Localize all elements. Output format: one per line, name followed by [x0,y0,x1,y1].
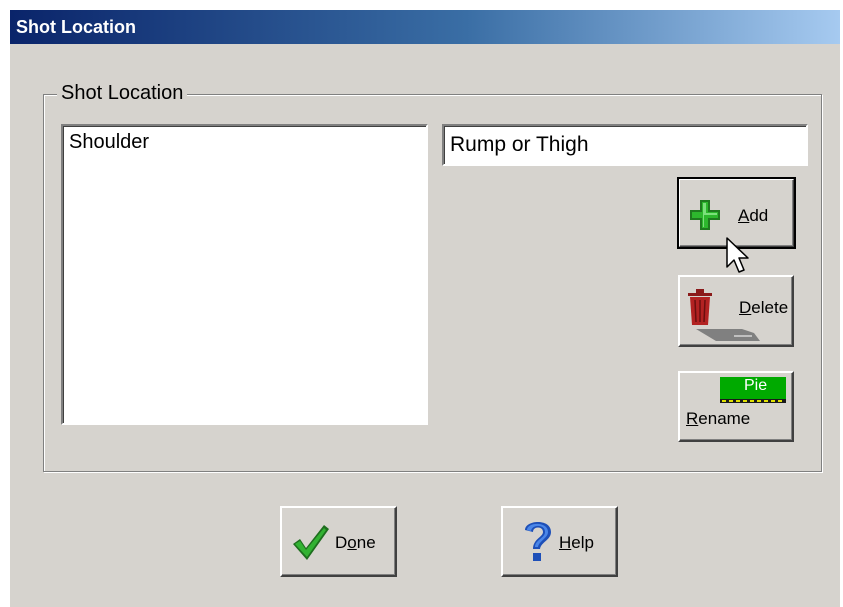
plus-icon [688,198,722,237]
title-bar[interactable]: Shot Location [10,10,840,44]
checkmark-icon [290,522,330,567]
mouse-cursor-icon [726,237,752,282]
done-button[interactable]: Done [280,506,397,577]
done-button-label: Done [335,533,376,552]
shot-location-dialog: Shot Location Shot Location Shoulder Add [10,10,840,607]
help-button-label: Help [559,533,594,552]
rename-button-label: Rename [686,409,751,428]
location-name-field[interactable] [442,124,808,166]
delete-button-label: Delete [739,298,789,317]
location-name-input[interactable] [444,126,806,164]
groupbox-label: Shot Location [57,82,188,105]
window-title: Shot Location [16,17,136,37]
question-mark-icon [521,518,555,569]
rename-badge-text: Pie [744,377,768,394]
list-item[interactable]: Shoulder [69,131,149,154]
delete-button[interactable]: Delete [678,275,794,347]
add-button-label: Add [738,206,769,225]
shot-location-list[interactable]: Shoulder [61,124,428,425]
help-button[interactable]: Help [501,506,618,577]
rename-button[interactable]: Pie Rename [678,371,794,442]
